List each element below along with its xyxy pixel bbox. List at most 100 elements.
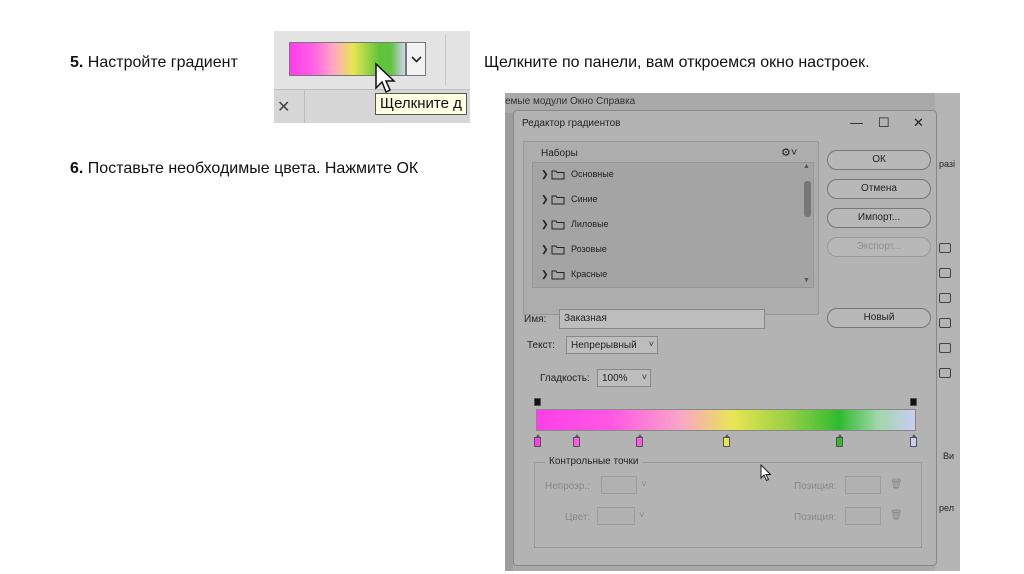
step-6-number: 6. xyxy=(70,160,84,177)
divider xyxy=(304,89,305,123)
folder-icon xyxy=(551,270,565,280)
presets-title: Наборы xyxy=(541,148,578,159)
name-input[interactable]: Заказная xyxy=(559,309,765,329)
background-folder-icon xyxy=(939,293,951,303)
background-left-strip xyxy=(505,113,513,571)
gradient-editor-dialog: Редактор градиентов — ☐ ✕ Наборы ⚙˅ ❯ Ос… xyxy=(513,110,937,566)
maximize-icon[interactable]: ☐ xyxy=(878,115,890,131)
scroll-up-icon[interactable]: ▲ xyxy=(803,163,810,170)
cancel-button[interactable]: Отмена xyxy=(827,179,931,199)
mouse-cursor-icon xyxy=(375,62,396,94)
preset-folder-label: Розовые xyxy=(571,244,607,254)
smoothness-label: Гладкость: xyxy=(540,373,590,384)
trash-icon[interactable]: 🗑 xyxy=(890,479,903,490)
folder-icon xyxy=(551,220,565,230)
dialog-titlebar: Редактор градиентов — ☐ ✕ xyxy=(514,111,936,137)
close-icon[interactable]: ✕ xyxy=(277,97,290,117)
gradient-bar[interactable] xyxy=(536,409,916,431)
color-swatch[interactable] xyxy=(597,507,635,525)
presets-scrollbar[interactable]: ▲ ▼ xyxy=(801,163,813,287)
chevron-down-icon xyxy=(411,56,422,63)
chevron-right-icon: ❯ xyxy=(541,269,549,279)
color-stop[interactable] xyxy=(636,434,643,447)
mouse-cursor-icon xyxy=(760,464,772,482)
color-stops-panel: Контрольные точки Непрозр.: ˅ Позиция: 🗑… xyxy=(534,456,922,548)
background-folder-icon xyxy=(939,268,951,278)
gradient-dropdown-button[interactable] xyxy=(406,42,426,76)
scrollbar-thumb[interactable] xyxy=(804,181,811,217)
step-5-label: Настройте градиент xyxy=(87,54,238,71)
folder-icon xyxy=(551,195,565,205)
color-stop[interactable] xyxy=(836,434,843,447)
chevron-right-icon: ❯ xyxy=(541,244,549,254)
background-menu-bar: емые модули Окно Справка xyxy=(505,96,636,107)
chevron-right-icon: ❯ xyxy=(541,194,549,204)
opacity-label: Непрозр.: xyxy=(545,481,590,492)
preset-folder-row[interactable]: ❯ Розовые xyxy=(533,238,801,262)
gradient-picker-screenshot: ✕ Щелкните д xyxy=(274,31,470,123)
chevron-down-icon: ˅ xyxy=(641,372,647,382)
presets-list: ❯ Основные ❯ Синие ❯ Лиловые ❯ Розовые ❯… xyxy=(532,162,814,288)
preset-folder-label: Красные xyxy=(571,269,608,279)
divider xyxy=(445,35,446,85)
preset-folder-row[interactable]: ❯ Синие xyxy=(533,188,801,212)
type-label: Текст: xyxy=(527,340,555,351)
color-stop[interactable] xyxy=(910,434,917,447)
dialog-title: Редактор градиентов xyxy=(522,118,621,129)
background-label: разі xyxy=(939,159,956,169)
gear-icon[interactable]: ⚙˅ xyxy=(781,146,797,159)
color-position-label: Позиция: xyxy=(794,512,837,523)
step-5-text: 5. Настройте градиент xyxy=(70,53,238,73)
chevron-down-icon: ˅ xyxy=(648,339,654,349)
export-button[interactable]: Экспорт... xyxy=(827,237,931,257)
opacity-stop[interactable] xyxy=(910,398,917,406)
new-button[interactable]: Новый xyxy=(827,308,931,328)
color-stop[interactable] xyxy=(534,434,541,447)
preset-folder-row[interactable]: ❯ Лиловые xyxy=(533,213,801,237)
step-5-number: 5. xyxy=(70,54,84,71)
background-label: рел xyxy=(939,503,954,513)
chevron-down-icon: ˅ xyxy=(639,510,645,521)
background-folder-icon xyxy=(939,318,951,328)
color-stops-title: Контрольные точки xyxy=(545,456,643,467)
folder-icon xyxy=(551,170,565,180)
gradient-editor-screenshot: емые модули Окно Справка разі Ви рел Ред… xyxy=(505,93,960,571)
chevron-down-icon: ˅ xyxy=(641,479,647,490)
type-dropdown[interactable]: Непрерывный ˅ xyxy=(566,336,658,354)
preset-folder-label: Синие xyxy=(571,194,598,204)
chevron-right-icon: ❯ xyxy=(541,169,549,179)
preset-folder-label: Лиловые xyxy=(571,219,609,229)
ok-button[interactable]: ОК xyxy=(827,150,931,170)
scroll-down-icon[interactable]: ▼ xyxy=(803,277,810,284)
color-stop[interactable] xyxy=(723,434,730,447)
preset-folder-row[interactable]: ❯ Основные xyxy=(533,163,801,187)
preset-folder-label: Основные xyxy=(571,169,614,179)
hint-text: Щелкните по панели, вам откроемся окно н… xyxy=(484,54,870,71)
folder-icon xyxy=(551,245,565,255)
name-label: Имя: xyxy=(524,314,547,325)
opacity-position-input[interactable] xyxy=(845,476,881,494)
type-dropdown-value: Непрерывный xyxy=(571,340,637,351)
tooltip: Щелкните д xyxy=(375,93,467,115)
background-folder-icon xyxy=(939,368,951,378)
presets-panel: Наборы ⚙˅ ❯ Основные ❯ Синие ❯ Лиловые ❯… xyxy=(523,141,819,315)
smoothness-value: 100% xyxy=(602,373,628,384)
background-label: Ви xyxy=(943,451,955,461)
preset-folder-row[interactable]: ❯ Красные xyxy=(533,263,801,287)
chevron-right-icon: ❯ xyxy=(541,219,549,229)
close-icon[interactable]: ✕ xyxy=(913,115,924,131)
background-folder-icon xyxy=(939,343,951,353)
opacity-stop[interactable] xyxy=(534,398,541,406)
background-folder-icon xyxy=(939,243,951,253)
minimize-icon[interactable]: — xyxy=(850,115,863,130)
trash-icon[interactable]: 🗑 xyxy=(890,510,903,521)
step-6-label: Поставьте необходимые цвета. Нажмите ОК xyxy=(87,160,419,177)
opacity-position-label: Позиция: xyxy=(794,481,837,492)
import-button[interactable]: Импорт... xyxy=(827,208,931,228)
color-stop[interactable] xyxy=(573,434,580,447)
opacity-input[interactable] xyxy=(601,476,637,494)
smoothness-dropdown[interactable]: 100% ˅ xyxy=(597,369,651,387)
color-label: Цвет: xyxy=(565,512,591,523)
color-position-input[interactable] xyxy=(845,507,881,525)
step-6-text: 6. Поставьте необходимые цвета. Нажмите … xyxy=(70,159,418,179)
